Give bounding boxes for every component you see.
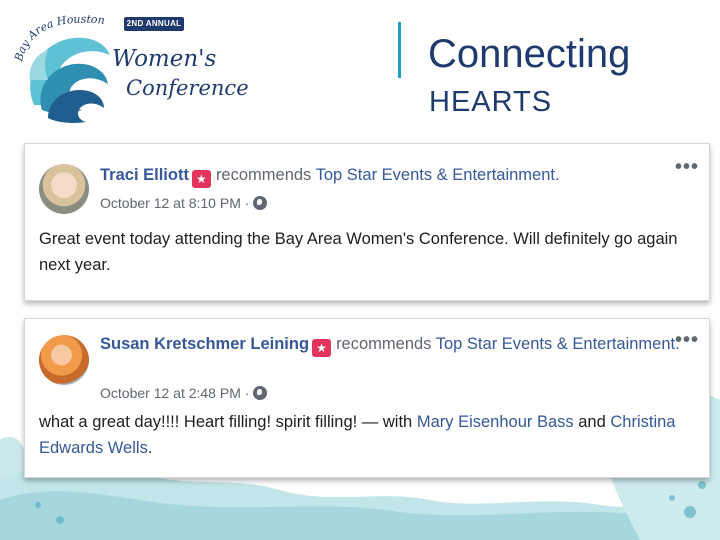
recommend-flag-icon: ★ xyxy=(312,339,332,357)
avatar[interactable] xyxy=(39,164,89,214)
post-header: Traci Elliott ★ recommends Top Star Events… xyxy=(100,164,680,188)
post-meta: October 12 at 2:48 PM · xyxy=(100,385,268,401)
tagged-person-link[interactable]: Mary Eisenhour Bass xyxy=(417,413,574,431)
svg-text:Bay Area Houston: Bay Area Houston xyxy=(14,13,105,64)
page-link[interactable]: Top Star Events & Entertainment. xyxy=(316,166,560,184)
author-name[interactable]: Susan Kretschmer Leining xyxy=(100,335,309,353)
post-meta: October 12 at 8:10 PM · xyxy=(100,195,268,211)
post-body: what a great day!!!! Heart filling! spir… xyxy=(39,409,689,461)
logo-arc-text: Bay Area Houston xyxy=(14,13,105,64)
post-end-punct: . xyxy=(147,439,153,457)
post-verb: recommends xyxy=(215,166,312,184)
author-name[interactable]: Traci Elliott xyxy=(100,166,189,184)
timestamp-link[interactable]: October 12 at 8:10 PM xyxy=(100,195,241,211)
more-options-icon[interactable]: ••• xyxy=(675,330,699,350)
post-body: Great event today attending the Bay Area… xyxy=(39,230,678,274)
meta-separator: · xyxy=(244,195,250,211)
post-conjunction: and xyxy=(578,413,606,431)
arc-text: Bay Area Houston xyxy=(14,13,105,64)
post-body-text: what a great day!!!! Heart filling! spir… xyxy=(39,413,413,431)
more-options-icon[interactable]: ••• xyxy=(675,157,699,177)
logo-title-line-2: Conference xyxy=(126,76,249,100)
timestamp-link[interactable]: October 12 at 2:48 PM xyxy=(100,385,241,401)
avatar[interactable] xyxy=(39,335,89,385)
logo-title-line-1: Women's xyxy=(112,46,217,72)
conference-logo: Bay Area Houston 2ND ANNUAL Women's Conf… xyxy=(14,10,249,130)
post-header: Susan Kretschmer Leining ★ recommends Top … xyxy=(100,333,680,357)
globe-icon[interactable] xyxy=(253,386,268,400)
meta-separator: · xyxy=(244,385,250,401)
globe-icon[interactable] xyxy=(253,196,268,210)
post-verb: recommends xyxy=(336,335,432,353)
annual-badge: 2ND ANNUAL xyxy=(124,17,184,31)
slide-title: Connecting xyxy=(428,32,631,76)
slide-subtitle: HEARTS xyxy=(429,86,553,118)
page-link[interactable]: Top Star Events & Entertainment. xyxy=(436,335,680,353)
recommend-flag-icon: ★ xyxy=(191,170,211,188)
facebook-post: Traci Elliott ★ recommends Top Star Events… xyxy=(24,143,710,301)
heading-accent-bar xyxy=(398,22,401,78)
facebook-post: Susan Kretschmer Leining ★ recommends Top … xyxy=(24,318,710,478)
